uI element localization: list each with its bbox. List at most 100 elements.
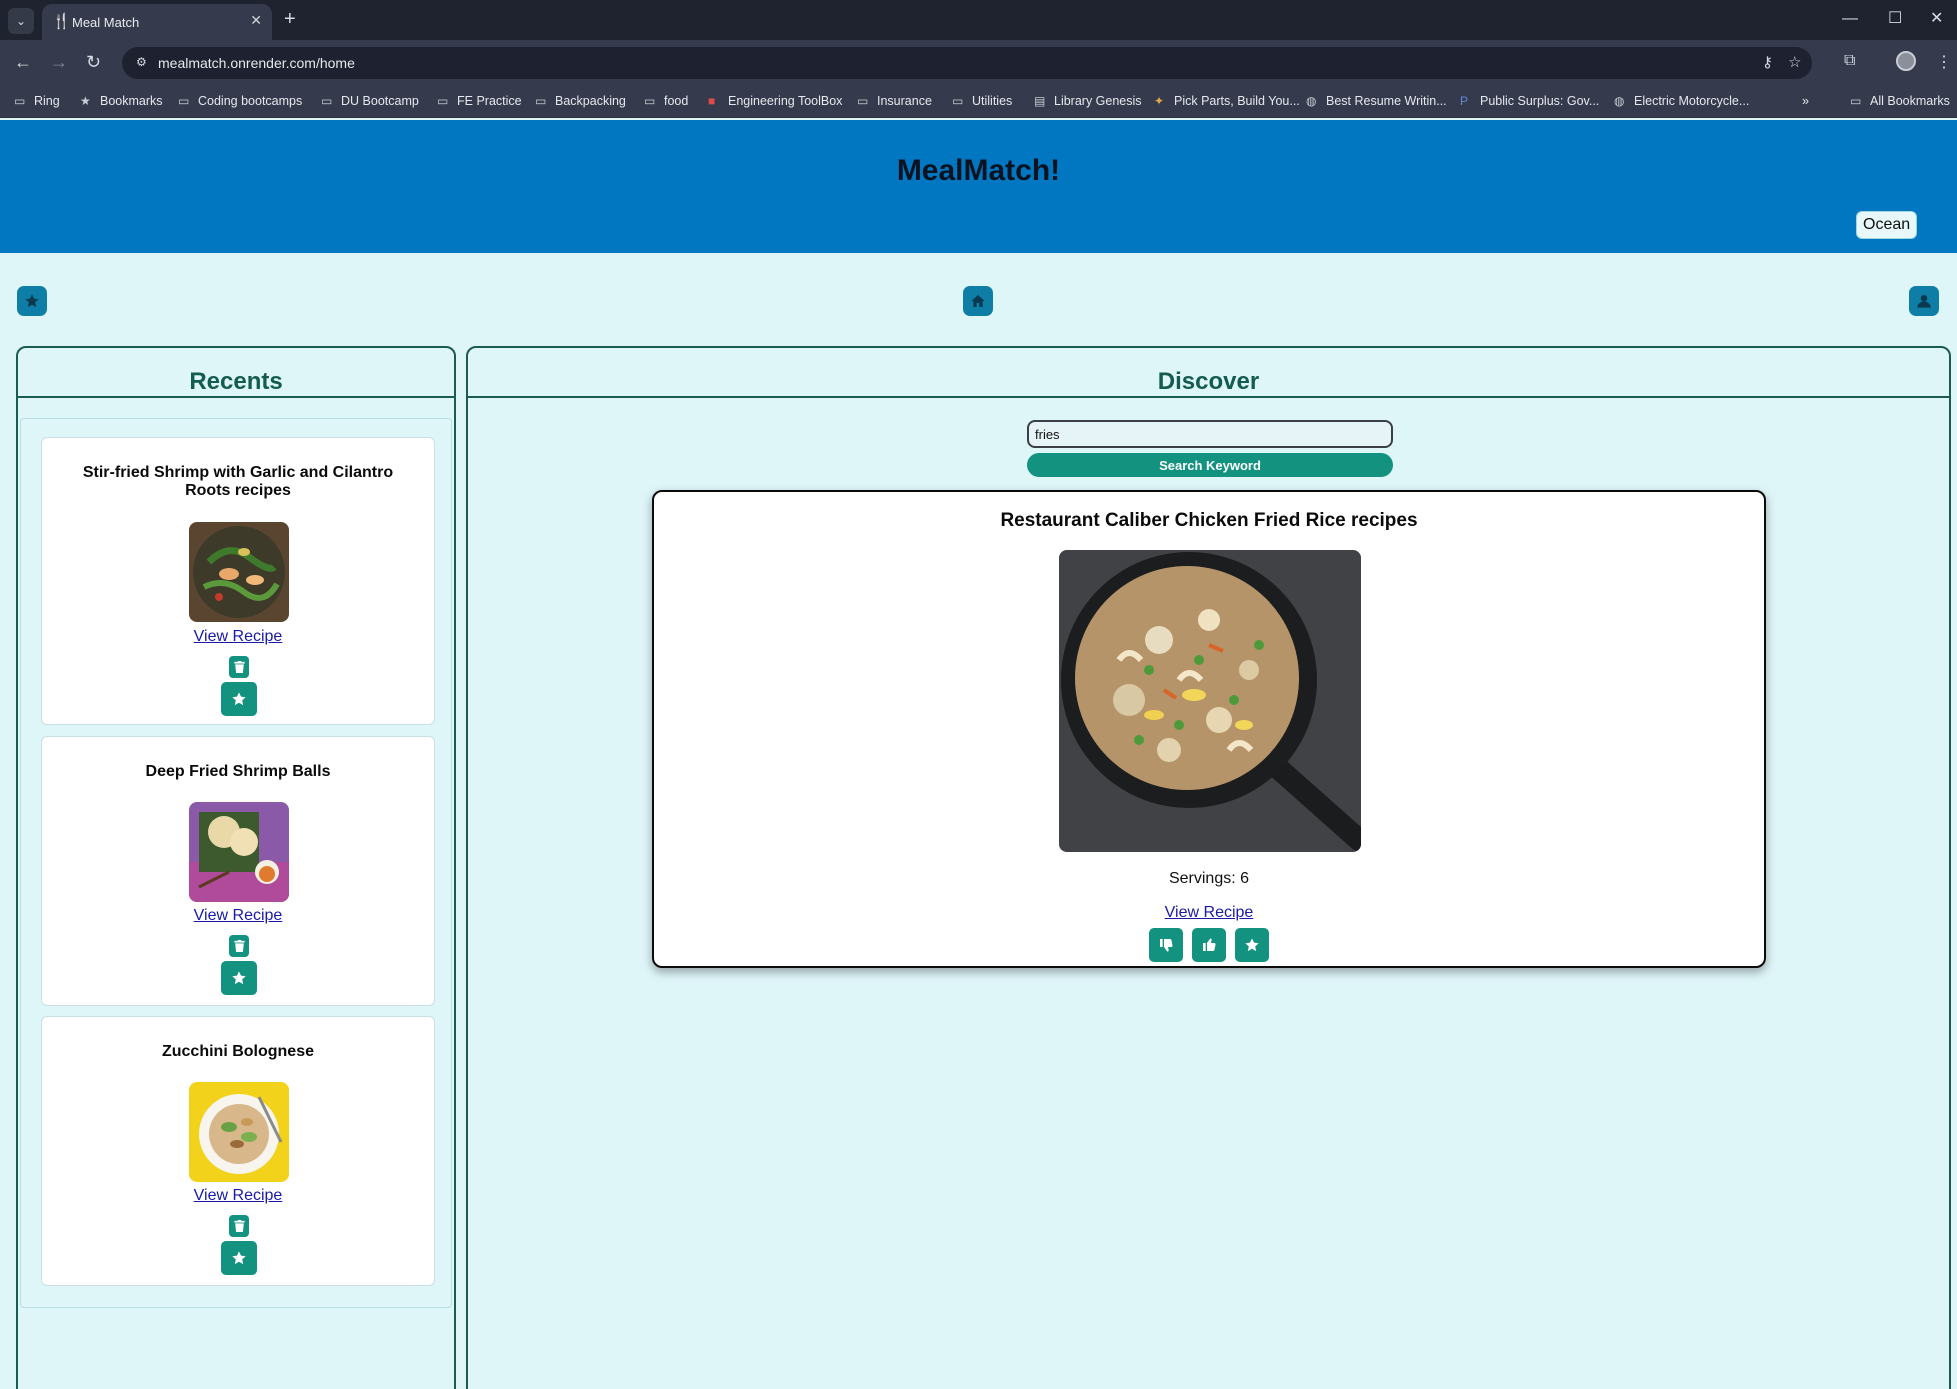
recent-card-image bbox=[189, 1082, 289, 1182]
bookmark-coding-bootcamps[interactable]: ▭ Coding bootcamps bbox=[178, 94, 302, 108]
tab-title: Meal Match bbox=[72, 15, 140, 30]
folder-icon: ▭ bbox=[321, 94, 333, 108]
favorite-button[interactable] bbox=[221, 961, 257, 995]
keyword-search-input[interactable] bbox=[1027, 420, 1393, 448]
maximize-icon[interactable]: ☐ bbox=[1888, 10, 1902, 28]
profile-button[interactable] bbox=[1909, 286, 1939, 316]
recent-card-image bbox=[189, 522, 289, 622]
menu-dots-icon[interactable]: ⋮ bbox=[1936, 52, 1952, 72]
recents-title: Recents bbox=[189, 368, 283, 395]
theme-button[interactable]: Ocean bbox=[1856, 211, 1918, 239]
recent-card: Stir-fried Shrimp with Garlic and Cilant… bbox=[41, 437, 435, 725]
folder-icon: ▭ bbox=[437, 94, 449, 108]
fork-knife-icon: 🍴 bbox=[52, 13, 71, 30]
bookmark-bookmarks[interactable]: ★ Bookmarks bbox=[80, 94, 163, 108]
url-field[interactable]: ⚙ mealmatch.onrender.com/home ⚷ ☆ bbox=[122, 47, 1812, 79]
bookmark-backpacking[interactable]: ▭ Backpacking bbox=[535, 94, 626, 108]
app-header: MealMatch! Ocean bbox=[0, 120, 1957, 253]
site-icon: ✦ bbox=[1154, 94, 1165, 108]
thumbs-up-icon bbox=[1203, 938, 1216, 951]
globe-icon: ◍ bbox=[1614, 94, 1625, 108]
password-key-icon[interactable]: ⚷ bbox=[1762, 53, 1773, 71]
favorites-star-button[interactable] bbox=[17, 286, 47, 316]
site-icon: ▤ bbox=[1034, 94, 1046, 108]
reload-icon[interactable]: ↻ bbox=[86, 52, 101, 72]
bookmark-du-bootcamp[interactable]: ▭ DU Bootcamp bbox=[321, 94, 419, 108]
search-keyword-button[interactable]: Search Keyword bbox=[1027, 453, 1393, 477]
folder-icon: ▭ bbox=[178, 94, 190, 108]
bookmark-utilities[interactable]: ▭ Utilities bbox=[952, 94, 1012, 108]
favorite-button[interactable] bbox=[1235, 928, 1269, 962]
back-icon[interactable]: ← bbox=[14, 52, 32, 72]
discover-panel: Discover Search Keyword Restaurant Calib… bbox=[466, 346, 1951, 1389]
recents-panel: Recents Stir-fried Shrimp with Garlic an… bbox=[16, 346, 456, 1389]
url-text: mealmatch.onrender.com/home bbox=[158, 55, 355, 71]
recipe-card: Restaurant Caliber Chicken Fried Rice re… bbox=[652, 490, 1766, 968]
recent-card: Zucchini Bolognese View Recipe bbox=[41, 1016, 435, 1286]
favorite-button[interactable] bbox=[221, 1241, 257, 1275]
recent-card: Deep Fried Shrimp Balls View Recipe bbox=[41, 736, 435, 1006]
site-info-icon[interactable]: ⚙ bbox=[136, 55, 147, 69]
close-window-icon[interactable]: ✕ bbox=[1930, 10, 1943, 28]
discover-title: Discover bbox=[1157, 368, 1260, 395]
star-icon bbox=[1245, 938, 1259, 952]
browser-tab[interactable]: 🍴 Meal Match ✕ bbox=[42, 4, 272, 40]
dislike-button[interactable] bbox=[1149, 928, 1183, 962]
bookmark-ring[interactable]: ▭ Ring bbox=[14, 94, 60, 108]
minimize-icon[interactable]: — bbox=[1842, 10, 1858, 28]
extensions-icon[interactable]: ⧉ bbox=[1844, 52, 1855, 70]
home-button[interactable] bbox=[963, 286, 993, 316]
bookmark-electric-motorcycle[interactable]: ◍ Electric Motorcycle... bbox=[1614, 94, 1749, 108]
recent-card-image bbox=[189, 802, 289, 902]
bookmark-star-icon[interactable]: ☆ bbox=[1788, 53, 1801, 71]
delete-button[interactable] bbox=[229, 1215, 249, 1237]
globe-icon: ◍ bbox=[1306, 94, 1317, 108]
star-icon bbox=[232, 692, 246, 706]
more-bookmarks-icon[interactable]: » bbox=[1802, 94, 1809, 108]
star-icon bbox=[232, 971, 246, 985]
recent-card-title: Zucchini Bolognese bbox=[161, 1043, 314, 1060]
recent-card-title: Stir-fried Shrimp with Garlic and Cilant… bbox=[82, 464, 394, 499]
folder-icon: ▭ bbox=[535, 94, 547, 108]
bookmark-fe-practice[interactable]: ▭ FE Practice bbox=[437, 94, 522, 108]
folder-icon: ▭ bbox=[644, 94, 656, 108]
forward-icon[interactable]: → bbox=[50, 52, 68, 72]
servings-text: Servings: 6 bbox=[1168, 870, 1250, 887]
close-tab-icon[interactable]: ✕ bbox=[250, 12, 262, 29]
bookmarks-bar: ▭ Ring ★ Bookmarks ▭ Coding bootcamps ▭ DU B… bbox=[0, 86, 1957, 118]
delete-button[interactable] bbox=[229, 656, 249, 678]
bookmark-library-genesis[interactable]: ▤ Library Genesis bbox=[1034, 94, 1142, 108]
bookmark-engineering-toolbox[interactable]: ■ Engineering ToolBox bbox=[708, 94, 842, 108]
recipe-image bbox=[1059, 550, 1361, 852]
star-icon bbox=[232, 1251, 246, 1265]
trash-icon bbox=[233, 661, 245, 673]
profile-avatar[interactable] bbox=[1896, 51, 1916, 71]
thumbs-down-icon bbox=[1160, 939, 1173, 952]
folder-icon: ▭ bbox=[14, 94, 26, 108]
recipe-title: Restaurant Caliber Chicken Fried Rice re… bbox=[1000, 510, 1418, 531]
all-bookmarks[interactable]: ▭ All Bookmarks bbox=[1850, 94, 1950, 108]
recents-list[interactable]: Stir-fried Shrimp with Garlic and Cilant… bbox=[20, 418, 452, 1308]
tab-search-icon[interactable]: ⌄ bbox=[8, 8, 34, 34]
folder-icon: ▭ bbox=[857, 94, 869, 108]
trash-icon bbox=[233, 940, 245, 952]
favorite-button[interactable] bbox=[221, 682, 257, 716]
recent-card-title: Deep Fried Shrimp Balls bbox=[145, 763, 331, 780]
recent-view-recipe-link[interactable]: View Recipe bbox=[42, 907, 434, 925]
bookmark-food[interactable]: ▭ food bbox=[644, 94, 688, 108]
site-icon: P bbox=[1460, 94, 1469, 108]
bookmark-best-resume[interactable]: ◍ Best Resume Writin... bbox=[1306, 94, 1447, 108]
trash-icon bbox=[233, 1220, 245, 1232]
star-icon: ★ bbox=[80, 94, 91, 108]
bookmark-public-surplus[interactable]: P Public Surplus: Gov... bbox=[1460, 94, 1599, 108]
bookmark-insurance[interactable]: ▭ Insurance bbox=[857, 94, 932, 108]
bookmark-pick-parts[interactable]: ✦ Pick Parts, Build You... bbox=[1154, 94, 1300, 108]
recent-view-recipe-link[interactable]: View Recipe bbox=[42, 1187, 434, 1205]
site-icon: ■ bbox=[708, 94, 716, 108]
new-tab-icon[interactable]: + bbox=[284, 8, 296, 30]
star-icon bbox=[25, 294, 39, 308]
delete-button[interactable] bbox=[229, 935, 249, 957]
view-recipe-link[interactable]: View Recipe bbox=[654, 904, 1764, 922]
like-button[interactable] bbox=[1192, 928, 1226, 962]
recent-view-recipe-link[interactable]: View Recipe bbox=[42, 628, 434, 646]
